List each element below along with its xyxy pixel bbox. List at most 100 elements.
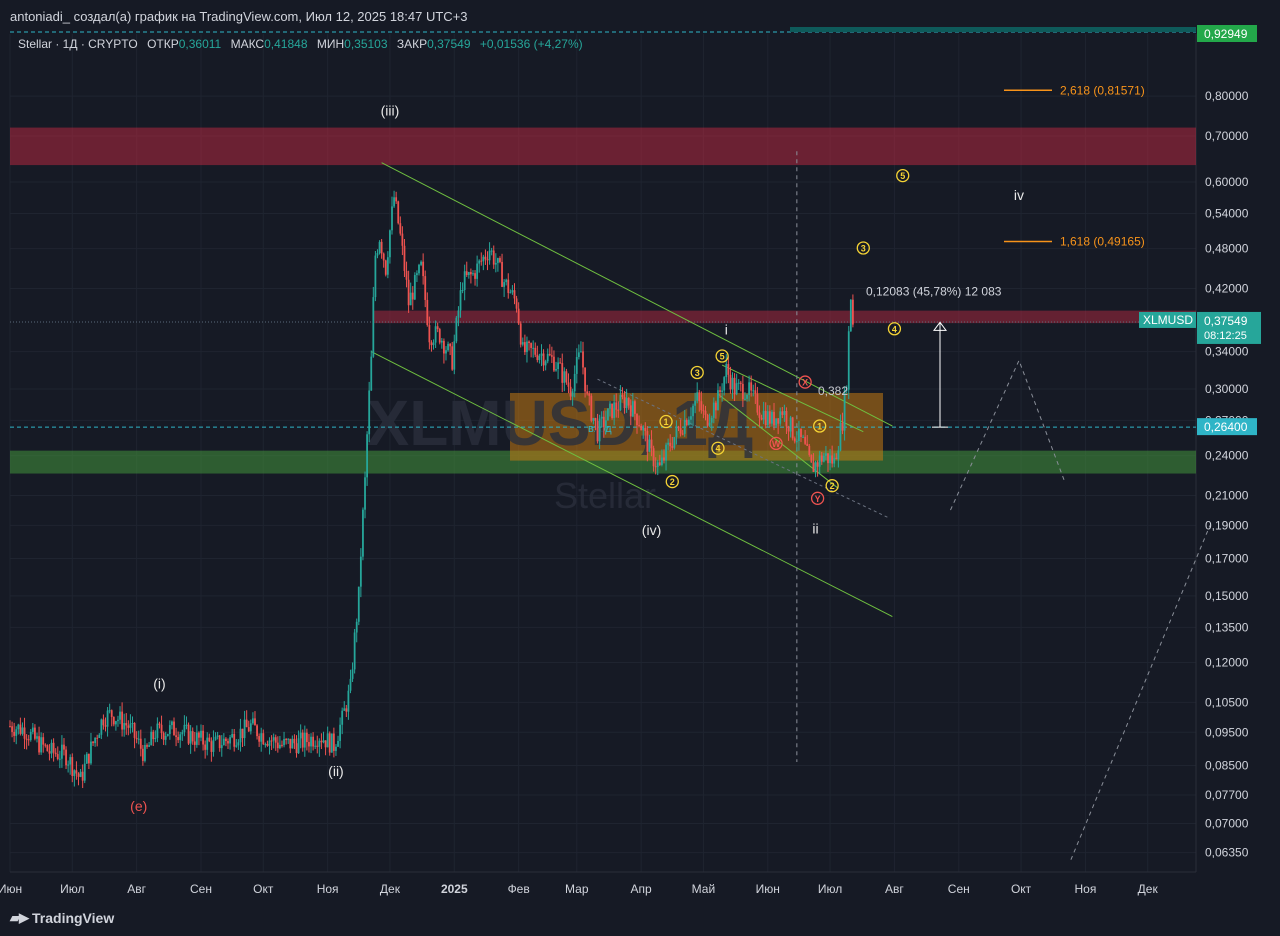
legend-high-label: МАКС	[231, 37, 265, 51]
candle-body	[499, 258, 501, 262]
candle-body	[818, 455, 821, 467]
candle-body	[150, 731, 153, 746]
candle-body	[220, 745, 223, 749]
candle-body	[411, 292, 414, 300]
x-tick-label: Сен	[948, 882, 970, 896]
candle-body	[544, 361, 547, 366]
wave-circle-label: 3	[861, 244, 866, 254]
chart[interactable]: вход XLMUSD, 1Д Stellar 2,618 (0,81571)1…	[0, 0, 1280, 936]
candle-body	[422, 261, 425, 277]
y-tick-label: 0,17000	[1205, 552, 1249, 566]
y-tick-label: 0,09500	[1205, 725, 1249, 739]
candle-body	[146, 745, 148, 747]
candle-body	[391, 206, 393, 231]
candle-body	[785, 410, 788, 427]
candle-body	[133, 723, 136, 738]
candle-body	[727, 364, 730, 375]
candle-body	[540, 353, 543, 356]
legend: Stellar · 1Д · CRYPTO ОТКР0,36011 МАКС0,…	[18, 37, 583, 51]
wave-label: i	[725, 322, 728, 338]
candle-body	[384, 260, 387, 275]
y-tick-label: 0,12000	[1205, 656, 1249, 670]
candle-body	[696, 392, 699, 401]
candle-body	[631, 401, 634, 417]
entry-price-text: 0,26400	[1204, 420, 1248, 434]
candle-body	[200, 730, 202, 738]
candle-body	[459, 290, 462, 311]
candle-body	[783, 410, 786, 415]
candle-body	[586, 391, 589, 394]
candle-body	[602, 416, 605, 428]
candle-body	[44, 744, 47, 746]
candle-body	[567, 382, 570, 387]
candle-body	[81, 771, 84, 781]
candle-body	[202, 730, 204, 745]
candle-body	[513, 290, 516, 299]
wave-circle-label: 2	[670, 477, 675, 487]
candle-body	[671, 446, 674, 448]
candle-body	[13, 731, 16, 736]
candle-body	[760, 417, 763, 420]
wave-circle-label: 5	[720, 352, 725, 362]
candle-body	[538, 355, 541, 361]
candle-body	[129, 723, 132, 728]
x-tick-label: Дек	[380, 882, 401, 896]
candle-body	[447, 343, 449, 351]
current-price-text: 0,37549	[1204, 314, 1248, 328]
candle-body	[656, 462, 659, 467]
candle-body	[661, 457, 663, 465]
candle-body	[247, 727, 250, 732]
candle-body	[139, 738, 142, 749]
candle-body	[721, 390, 724, 392]
tradingview-logo[interactable]: ▰▶ TradingView	[10, 910, 114, 926]
candle-body	[735, 383, 738, 395]
candle-body	[112, 716, 115, 725]
candle-body	[239, 728, 242, 743]
candle-body	[372, 297, 375, 357]
candle-body	[847, 331, 850, 390]
candle-body	[191, 731, 194, 742]
candle-body	[667, 442, 670, 445]
fib-level-label: 1,618 (0,49165)	[1060, 234, 1145, 248]
candle-body	[287, 738, 290, 740]
candle-body	[719, 390, 721, 392]
candle-body	[563, 371, 566, 383]
legend-open-label: ОТКР	[147, 37, 179, 51]
y-tick-label: 0,07700	[1205, 788, 1249, 802]
candle-body	[90, 741, 92, 764]
candle-body	[754, 390, 757, 394]
candle-body	[511, 290, 514, 293]
candle-body	[102, 719, 105, 726]
wave-label: ii	[812, 520, 818, 536]
candle-body	[553, 356, 555, 371]
time-axis[interactable]: Июн Июл Авг Сен Окт Ноя Дек 2025 Фев Мар Апр Май Июн…	[0, 882, 1158, 896]
x-tick-label: Фев	[508, 882, 530, 896]
candle-body	[758, 412, 761, 418]
x-tick-label: Авг	[127, 882, 146, 896]
wave-circle-label: 1	[664, 417, 669, 427]
candle-body	[665, 444, 667, 461]
candle-body	[409, 292, 412, 306]
candle-body	[777, 418, 780, 424]
candle-body	[418, 264, 420, 274]
price-axis[interactable]: 0,80000 0,70000 0,60000 0,54000 0,48000 0,420…	[1205, 89, 1249, 859]
candle-body	[110, 710, 113, 717]
candle-body	[629, 405, 632, 417]
candle-body	[123, 723, 126, 730]
current-symbol-text: XLMUSD	[1143, 313, 1193, 327]
candle-body	[293, 738, 296, 744]
candle-body	[195, 732, 198, 745]
candle-body	[486, 259, 489, 261]
candle-body	[731, 377, 734, 390]
candle-body	[744, 398, 746, 400]
footer: ▰▶ TradingView	[0, 900, 1280, 936]
candle-body	[364, 477, 366, 510]
candle-body	[825, 453, 827, 456]
candle-body	[374, 255, 377, 298]
candle-body	[17, 724, 20, 730]
candle-body	[490, 250, 493, 252]
candle-body	[77, 773, 80, 777]
candle-body	[627, 398, 630, 406]
legend-high-value: 0,41848	[264, 37, 308, 51]
candle-body	[733, 377, 736, 395]
